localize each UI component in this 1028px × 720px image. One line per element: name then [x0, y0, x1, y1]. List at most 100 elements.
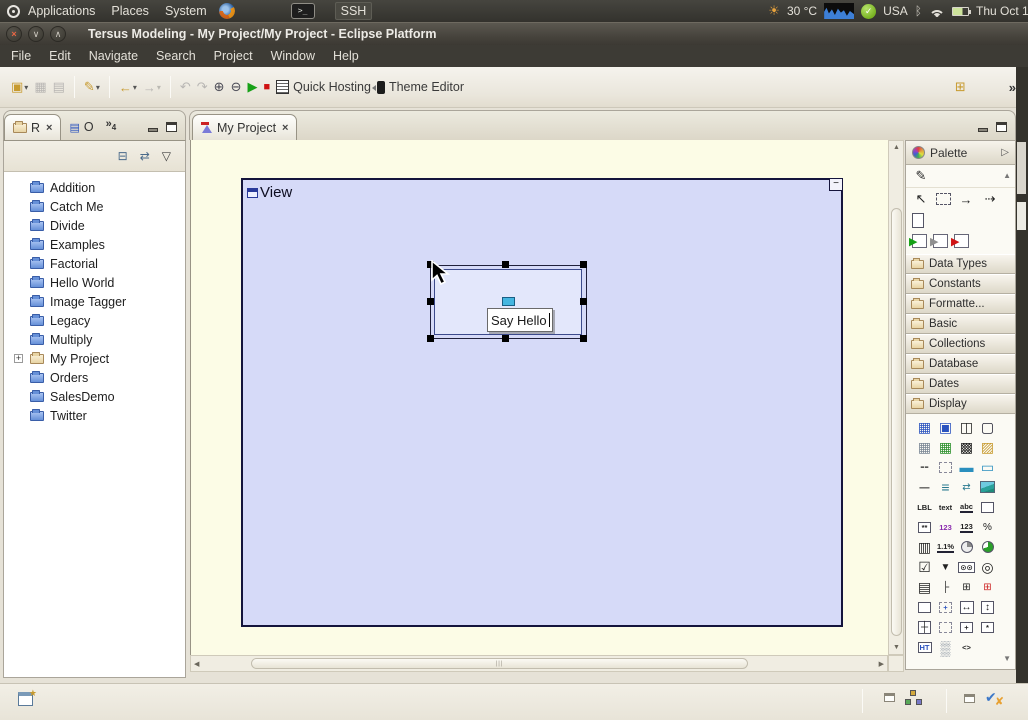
close-icon[interactable]: × [46, 122, 52, 134]
window-maximize-button[interactable]: ∧ [50, 26, 66, 42]
tree-expander[interactable] [14, 335, 23, 344]
palette-item[interactable]: LBL [914, 497, 935, 517]
palette-item[interactable]: ▭ [977, 457, 998, 477]
desktop-menu-item[interactable]: System [157, 4, 215, 18]
window-close-button[interactable]: × [6, 26, 22, 42]
palette-tool[interactable]: ⇢ [981, 191, 999, 207]
menu-item[interactable]: Edit [40, 49, 80, 63]
palette-item[interactable] [977, 477, 998, 497]
palette-item[interactable] [977, 537, 998, 557]
firefox-icon[interactable] [218, 3, 235, 19]
palette-item[interactable] [914, 598, 935, 618]
collapse-all-button[interactable]: ⊟ [118, 149, 128, 163]
toolbar-overflow-button[interactable]: » [1009, 80, 1016, 95]
connection-tool[interactable]: ✎ [912, 168, 930, 184]
palette-item[interactable]: ▩ [956, 437, 977, 457]
palette-item[interactable]: ☑ [914, 558, 935, 578]
zoom-out-button[interactable]: ⊖ [228, 77, 245, 97]
minimize-editor-button[interactable] [978, 128, 988, 132]
validation-status-icon[interactable]: ✔ ✘ [985, 689, 1004, 708]
palette-item[interactable]: ▦ [935, 437, 956, 457]
more-views-button[interactable]: »4 [106, 118, 117, 140]
palette-scroll-down-icon[interactable]: ▼ [1003, 654, 1011, 663]
selection-handle-sw[interactable] [427, 335, 434, 342]
tree-item[interactable]: Catch Me [4, 197, 185, 216]
palette-item[interactable]: ⇄ [956, 477, 977, 497]
desktop-menu-item[interactable]: Applications [20, 4, 103, 18]
palette-item[interactable]: abc [956, 497, 977, 517]
palette-item[interactable]: 123 [956, 517, 977, 537]
stop-button[interactable]: ■ [260, 79, 273, 95]
tree-item[interactable]: Examples [4, 235, 185, 254]
palette-drawer[interactable]: Dates [906, 374, 1015, 394]
scroll-right-icon[interactable]: ▶ [879, 660, 884, 668]
tree-expander[interactable] [14, 297, 23, 306]
save-button[interactable]: ▦ [31, 77, 49, 97]
tree-expander[interactable] [14, 240, 23, 249]
vertical-scroll-thumb[interactable] [891, 208, 902, 636]
palette-drawer[interactable]: Database [906, 354, 1015, 374]
palette-item[interactable]: ▤ [914, 578, 935, 598]
tree-item[interactable]: Addition [4, 178, 185, 197]
editor-horizontal-scrollbar[interactable]: ◀ ||| ▶ [190, 655, 888, 672]
theme-editor-button[interactable]: Theme Editor [371, 78, 467, 96]
palette-item[interactable]: ▼ [935, 558, 956, 578]
tree-expander[interactable] [14, 392, 23, 401]
palette-item[interactable]: ╌ [914, 457, 935, 477]
palette-item[interactable] [956, 537, 977, 557]
clock-label[interactable]: Thu Oct 1 [976, 4, 1028, 18]
tree-expander[interactable] [14, 221, 23, 230]
palette-item[interactable]: ⊙⊙ [956, 558, 977, 578]
zoom-in-button[interactable]: ⊕ [211, 77, 228, 97]
redo-button[interactable]: ↷ [194, 77, 211, 97]
selection-handle-e[interactable] [580, 298, 587, 305]
horizontal-scroll-thumb[interactable]: ||| [251, 658, 748, 669]
palette-item[interactable]: ▬ [956, 457, 977, 477]
tree-expander[interactable] [14, 259, 23, 268]
link-tool-button[interactable]: ✎ ▾ [81, 77, 103, 97]
tree-expander[interactable] [14, 316, 23, 325]
palette-drawer[interactable]: Formatte... [906, 294, 1015, 314]
palette-item[interactable]: ◫ [956, 417, 977, 437]
palette-item[interactable] [977, 497, 998, 517]
selection-handle-se[interactable] [580, 335, 587, 342]
palette-header[interactable]: Palette ▷ [906, 141, 1015, 165]
scroll-down-icon[interactable]: ▼ [893, 644, 900, 651]
wifi-icon[interactable] [929, 6, 945, 17]
tree-item[interactable]: Divide [4, 216, 185, 235]
menu-item[interactable]: Window [262, 49, 324, 63]
palette-item[interactable]: ↕ [977, 598, 998, 618]
selection-handle-n[interactable] [502, 261, 509, 268]
palette-item[interactable]: ⊞ [956, 578, 977, 598]
model-sync-icon[interactable] [905, 690, 922, 705]
menu-item[interactable]: Help [324, 49, 368, 63]
battery-icon[interactable] [952, 6, 971, 16]
creation-tool[interactable]: ▶ [930, 234, 948, 248]
palette-tool[interactable]: ↖ [912, 191, 930, 207]
link-with-editor-button[interactable]: ⇄ [140, 149, 150, 163]
palette-item[interactable]: ▢ [977, 417, 998, 437]
collapse-view-button[interactable]: − [829, 178, 843, 191]
palette-drawer[interactable]: Data Types [906, 254, 1015, 274]
quick-hosting-button[interactable]: Quick Hosting [273, 78, 374, 96]
tree-item[interactable]: Hello World [4, 273, 185, 292]
desktop-menu-item[interactable]: Places [103, 4, 157, 18]
palette-item[interactable]: 123 [935, 517, 956, 537]
menu-item[interactable]: Project [205, 49, 262, 63]
palette-item[interactable]: text [935, 497, 956, 517]
palette-tool[interactable]: → [957, 191, 975, 207]
new-wizard-button[interactable]: ▣ ▾ [8, 77, 31, 97]
palette-drawer[interactable]: Collections [906, 334, 1015, 354]
editor-vertical-scrollbar[interactable]: ▲ ▼ [888, 140, 904, 655]
restore-window-icon[interactable] [964, 693, 975, 703]
palette-drawer[interactable]: Display [906, 394, 1015, 414]
tab-outline[interactable]: ▤ O [61, 114, 101, 140]
palette-item[interactable]: ┼ [914, 618, 935, 638]
view-menu-button[interactable]: ▽ [162, 149, 171, 163]
new-table-button[interactable]: ⊞ [952, 77, 969, 97]
palette-item[interactable]: ≡ [935, 477, 956, 497]
tab-repository[interactable]: R × [4, 114, 62, 140]
tree-item[interactable]: Image Tagger [4, 292, 185, 311]
tree-expander[interactable] [14, 411, 23, 420]
keyboard-layout-label[interactable]: USA [883, 4, 908, 18]
